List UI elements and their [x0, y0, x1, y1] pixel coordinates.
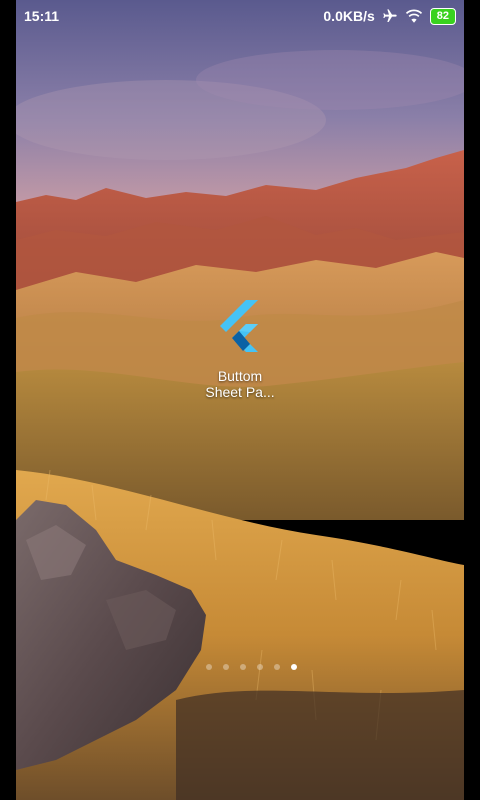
network-speed: 0.0KB/s — [323, 8, 375, 24]
app-label-line2: Sheet Pa... — [205, 384, 275, 400]
page-dot-4[interactable] — [256, 664, 263, 670]
page-dot-6[interactable] — [290, 664, 297, 670]
flutter-logo-icon — [220, 300, 258, 352]
page-dot-3[interactable] — [239, 664, 246, 670]
airplane-icon — [382, 8, 398, 24]
page-dot-1[interactable] — [205, 664, 212, 670]
app-label: Buttom Sheet Pa... — [195, 368, 285, 400]
battery-level: 82 — [429, 7, 456, 25]
app-shortcut-bottom-sheet[interactable]: Buttom Sheet Pa... — [200, 298, 280, 408]
status-bar: 15:11 0.0KB/s 82 — [16, 0, 464, 32]
home-screen: 15:11 0.0KB/s 82 Buttom Sheet Pa... — [0, 0, 480, 800]
wifi-icon — [405, 9, 423, 23]
status-time: 15:11 — [24, 8, 60, 24]
page-dot-2[interactable] — [222, 664, 229, 670]
page-indicator — [0, 664, 480, 674]
page-dot-5[interactable] — [273, 664, 280, 670]
app-label-line1: Buttom — [217, 368, 263, 384]
